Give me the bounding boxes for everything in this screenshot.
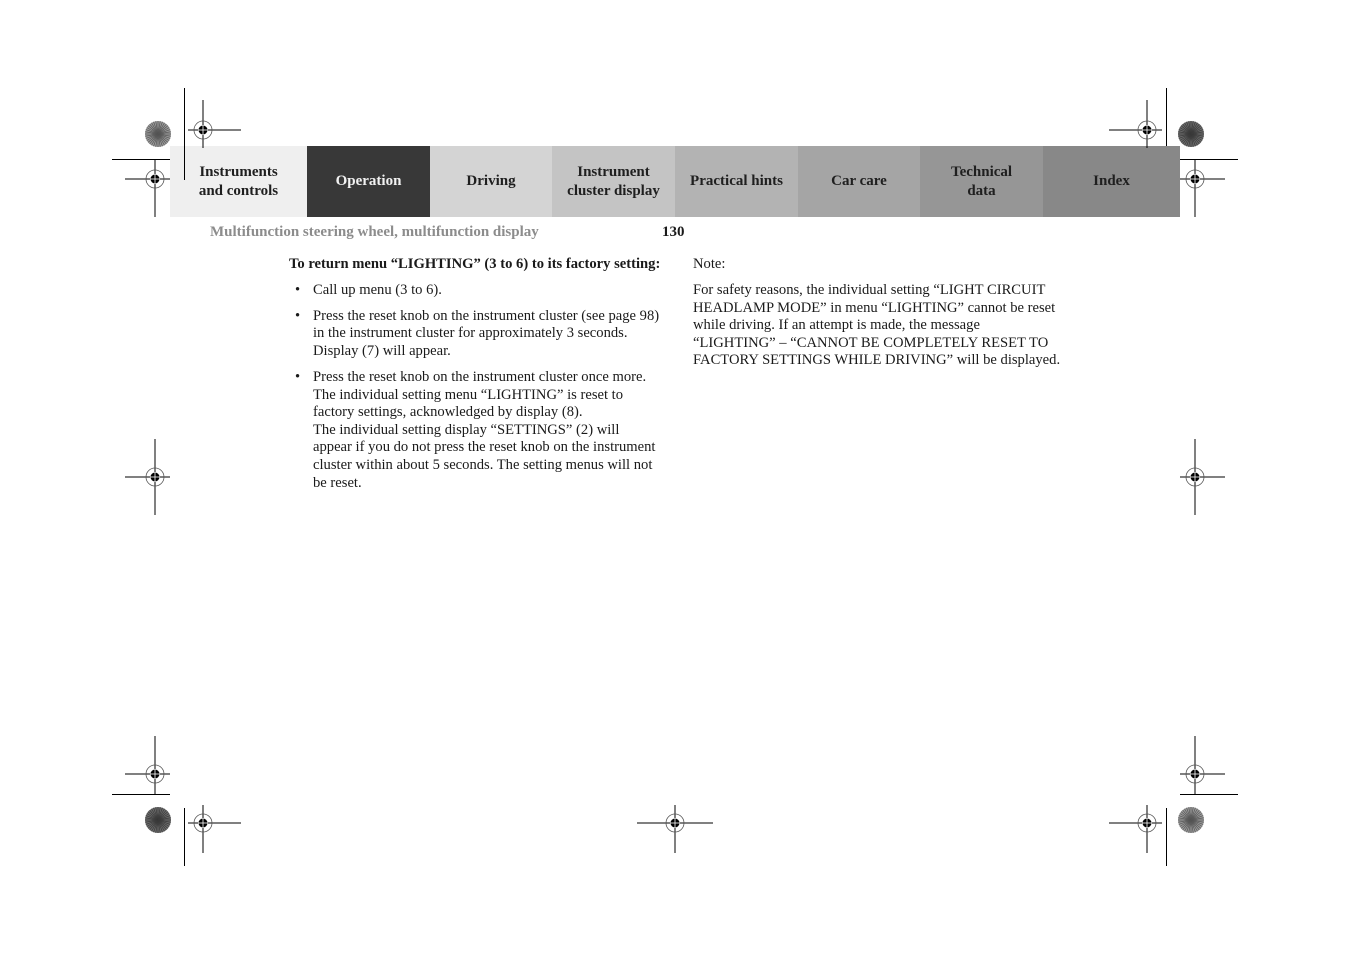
star-target-icon — [145, 807, 171, 833]
star-target-icon — [1178, 121, 1204, 147]
crosshair-registration-icon — [637, 805, 713, 853]
star-target-icon — [145, 121, 171, 147]
star-target-icon — [1178, 807, 1204, 833]
